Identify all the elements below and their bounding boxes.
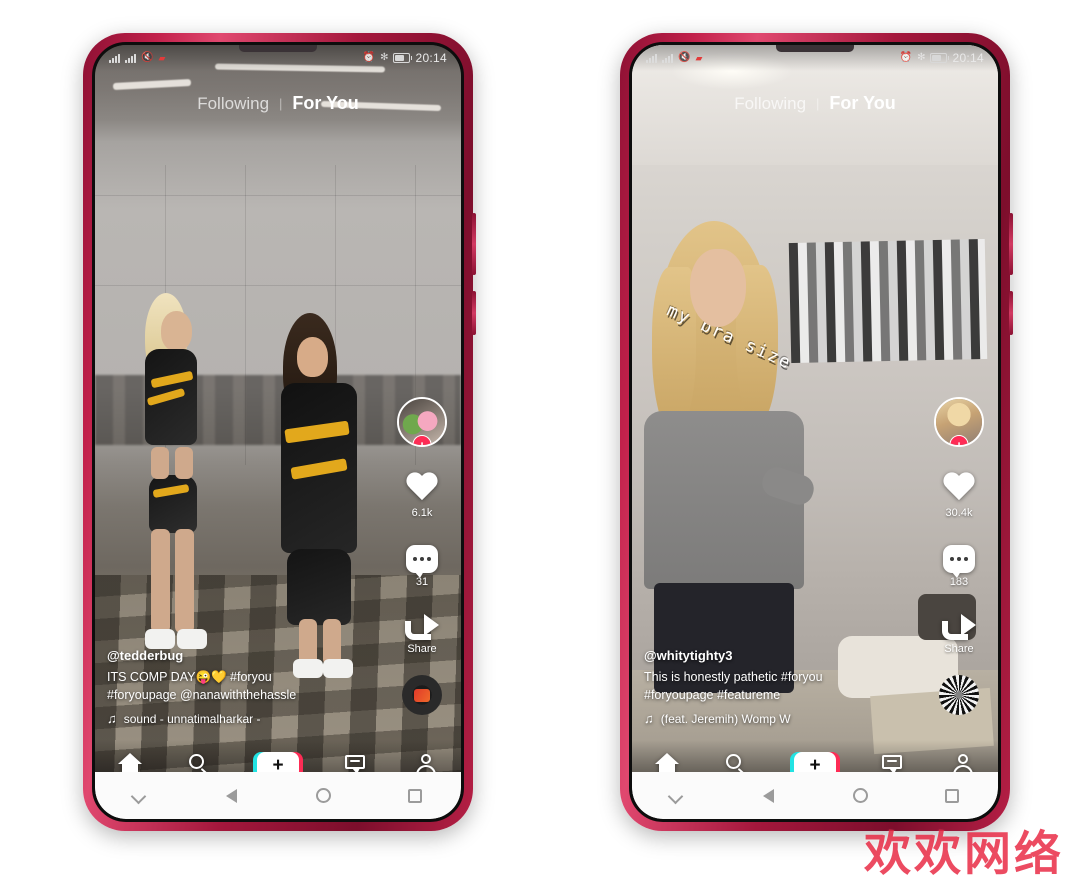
caption-line-2: #foryoupage @nanawiththehassle [107,688,297,702]
music-note-icon: ♫ [107,711,117,726]
action-rail-right: + 30.4k 183 Share [928,397,990,715]
screenshot-canvas: 🔇 ▰ ⏰ ✻ 20:14 Following | For You + 6.1k… [0,0,1080,896]
like-count: 6.1k [411,507,433,519]
wall-seam [95,195,461,196]
music-title: (feat. Jeremih) Womp W [660,711,791,726]
share-label: Share [407,643,437,655]
signal-bars-icon [125,53,136,63]
comment-bubble-icon [943,545,975,578]
status-right-icons: ⏰ ✻ 20:14 [900,51,984,65]
mute-icon: 🔇 [141,52,154,63]
signal-bars-icon [662,53,673,63]
wall-seam [95,285,461,286]
caption-block-left: @tedderbug ITS COMP DAY😜💛 #foryou #foryo… [107,648,357,726]
music-note-icon: ♫ [644,711,654,726]
phone-screen-right: my bra size 🔇 ▰ ⏰ ✻ 20:14 Following | Fo… [629,42,1001,822]
heart-icon [405,473,439,504]
comment-button[interactable]: 183 [943,545,975,588]
caption-line-1: ITS COMP DAY😜💛 #foryou [107,670,272,684]
share-button[interactable]: Share [405,614,439,655]
chevron-down-icon[interactable] [130,785,152,807]
person-cheerleader-right [265,313,385,693]
phone-device-left: 🔇 ▰ ⏰ ✻ 20:14 Following | For You + 6.1k… [83,33,476,831]
top-tabs-left: Following | For You [95,93,461,114]
home-circle-icon[interactable] [313,785,335,807]
follow-plus-button[interactable]: + [412,435,432,445]
recents-square-icon[interactable] [941,785,963,807]
comment-button[interactable]: 31 [406,545,438,588]
music-disc-icon[interactable] [939,675,979,715]
battery-icon [930,53,950,63]
earpiece-notch [239,45,317,52]
caption-block-right: @whitytighty3 This is honestly pathetic … [644,648,894,726]
mute-icon: 🔇 [678,52,691,63]
music-disc-icon[interactable] [402,675,442,715]
volume-button-left[interactable] [472,213,476,275]
vibrate-icon: ✻ [917,52,926,63]
android-system-nav-left [95,772,461,819]
tab-following[interactable]: Following [197,94,269,114]
power-button-right[interactable] [1009,291,1013,335]
action-rail-left: + 6.1k 31 Share [391,397,453,715]
follow-plus-button[interactable]: + [949,435,969,445]
phone-device-right: my bra size 🔇 ▰ ⏰ ✻ 20:14 Following | Fo… [620,33,1013,831]
like-count: 30.4k [945,507,973,519]
tab-following[interactable]: Following [734,94,806,114]
status-right-icons: ⏰ ✻ 20:14 [363,51,447,65]
share-button[interactable]: Share [942,614,976,655]
tab-for-you[interactable]: For You [829,93,895,114]
tab-divider: | [816,96,820,111]
avatar[interactable]: + [934,397,984,447]
share-arrow-icon [405,614,439,640]
signal-bars-icon [646,53,657,63]
caption-username[interactable]: @whitytighty3 [644,648,894,663]
battery-icon [393,53,413,63]
tab-divider: | [279,96,283,111]
earpiece-notch [776,45,854,52]
person-cheerleader-left [131,289,241,689]
like-button[interactable]: 30.4k [942,473,976,519]
alert-icon: ▰ [695,52,703,63]
caption-music-row[interactable]: ♫ sound - unnatimalharkar - [107,711,357,726]
share-arrow-icon [942,614,976,640]
status-time: 20:14 [415,51,447,65]
music-title: sound - unnatimalharkar - [123,711,261,726]
chevron-down-icon[interactable] [667,785,689,807]
top-tabs-right: Following | For You [632,93,998,114]
caption-line-2: #foryoupage #featureme [644,688,781,702]
home-circle-icon[interactable] [850,785,872,807]
avatar[interactable]: + [397,397,447,447]
caption-music-row[interactable]: ♫ (feat. Jeremih) Womp W [644,711,894,726]
alarm-icon: ⏰ [362,52,376,63]
status-left-icons: 🔇 ▰ [109,53,165,64]
share-label: Share [944,643,974,655]
ceiling-light [112,78,192,91]
recents-square-icon[interactable] [404,785,426,807]
caption-username[interactable]: @tedderbug [107,648,357,663]
android-system-nav-right [632,772,998,819]
heart-icon [942,473,976,504]
app-screen-right: my bra size 🔇 ▰ ⏰ ✻ 20:14 Following | Fo… [632,45,998,790]
status-time: 20:14 [952,51,984,65]
vibrate-icon: ✻ [380,52,389,63]
signal-bars-icon [109,53,120,63]
phone-screen-left: 🔇 ▰ ⏰ ✻ 20:14 Following | For You + 6.1k… [92,42,464,822]
power-button-left[interactable] [472,291,476,335]
tab-for-you[interactable]: For You [292,93,358,114]
like-button[interactable]: 6.1k [405,473,439,519]
watermark: 欢欢网络 [864,827,1064,882]
alarm-icon: ⏰ [899,52,913,63]
person-subject [644,221,829,693]
back-triangle-icon[interactable] [221,785,243,807]
back-triangle-icon[interactable] [758,785,780,807]
caption-line-1: This is honestly pathetic #foryou [644,670,823,684]
volume-button-right[interactable] [1009,213,1013,275]
comment-bubble-icon [406,545,438,578]
status-left-icons: 🔇 ▰ [646,53,702,64]
alert-icon: ▰ [158,52,166,63]
app-screen-left: 🔇 ▰ ⏰ ✻ 20:14 Following | For You + 6.1k… [95,45,461,790]
